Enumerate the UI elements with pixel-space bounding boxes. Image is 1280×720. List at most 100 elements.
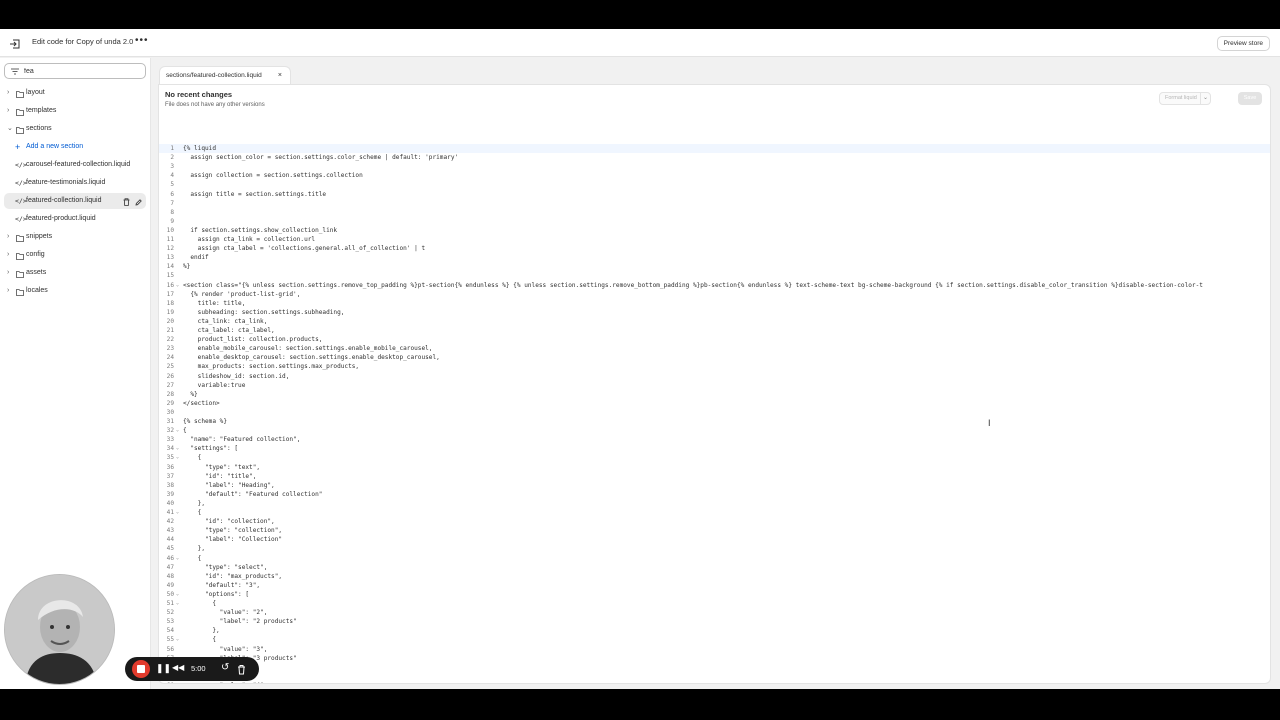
- file-item[interactable]: </> feature-testimonials.liquid: [4, 175, 146, 191]
- add-new-section-link[interactable]: + Add a new section: [4, 139, 146, 155]
- code-line[interactable]: 9: [159, 217, 1270, 226]
- code-line[interactable]: 21 cta_label: cta_label,: [159, 326, 1270, 335]
- code-line[interactable]: 58 },: [159, 663, 1270, 672]
- code-area[interactable]: 1 {% liquid 2 assign section_color = secti…: [159, 144, 1270, 683]
- folder-config[interactable]: › config: [4, 247, 146, 263]
- code-line[interactable]: 19 subheading: section.settings.subheadi…: [159, 308, 1270, 317]
- fold-chevron-icon[interactable]: ⌄: [176, 635, 179, 644]
- code-line[interactable]: 5: [159, 180, 1270, 189]
- code-line[interactable]: 26 slideshow_id: section.id,: [159, 372, 1270, 381]
- code-line[interactable]: 53 "label": "2 products": [159, 617, 1270, 626]
- fold-chevron-icon[interactable]: ⌄: [176, 281, 179, 290]
- fold-chevron-icon[interactable]: ⌄: [176, 599, 179, 608]
- format-liquid-button[interactable]: Format liquid ⌄: [1159, 92, 1211, 105]
- pause-icon[interactable]: ❚❚: [156, 663, 171, 674]
- code-line[interactable]: 56 "value": "3",: [159, 645, 1270, 654]
- code-line[interactable]: 27 variable:true: [159, 381, 1270, 390]
- code-line[interactable]: 14%}: [159, 262, 1270, 271]
- code-line[interactable]: 23 enable_mobile_carousel: section.setti…: [159, 344, 1270, 353]
- code-line[interactable]: 33 "name": "Featured collection",: [159, 435, 1270, 444]
- code-line[interactable]: 44 "label": "Collection": [159, 535, 1270, 544]
- save-button[interactable]: Save: [1238, 92, 1262, 105]
- code-line[interactable]: 46 ⌄ {: [159, 554, 1270, 563]
- fold-chevron-icon[interactable]: ⌄: [176, 508, 179, 517]
- code-line[interactable]: 13 endif: [159, 253, 1270, 262]
- folder-templates[interactable]: › templates: [4, 103, 146, 119]
- code-line[interactable]: 2 assign section_color = section.setting…: [159, 153, 1270, 162]
- folder-layout[interactable]: › layout: [4, 85, 146, 101]
- code-line[interactable]: 54 },: [159, 626, 1270, 635]
- stop-recording-button[interactable]: [132, 660, 150, 678]
- code-line[interactable]: 48 "id": "max_products",: [159, 572, 1270, 581]
- folder-locales[interactable]: › locales: [4, 283, 146, 299]
- fold-chevron-icon[interactable]: ⌄: [176, 426, 179, 435]
- code-line[interactable]: 28 %}: [159, 390, 1270, 399]
- code-line[interactable]: 3: [159, 162, 1270, 171]
- code-line[interactable]: 6 assign title = section.settings.title: [159, 190, 1270, 199]
- code-line[interactable]: 59⌄ {: [159, 672, 1270, 681]
- code-line[interactable]: 38 "label": "Heading",: [159, 481, 1270, 490]
- code-line[interactable]: 4 assign collection = section.settings.c…: [159, 171, 1270, 180]
- file-search[interactable]: [4, 63, 146, 79]
- more-actions-button[interactable]: •••: [135, 35, 149, 46]
- code-line[interactable]: 32 ⌄ {: [159, 426, 1270, 435]
- code-line[interactable]: 15: [159, 271, 1270, 280]
- file-item[interactable]: </> featured-product.liquid: [4, 211, 146, 227]
- code-line[interactable]: 60 "value": "4",: [159, 681, 1270, 683]
- preview-store-button[interactable]: Preview store: [1216, 36, 1270, 51]
- fold-chevron-icon[interactable]: ⌄: [176, 590, 179, 599]
- trash-icon[interactable]: [237, 662, 246, 680]
- code-line[interactable]: 42 "id": "collection",: [159, 517, 1270, 526]
- code-line[interactable]: 30: [159, 408, 1270, 417]
- code-line[interactable]: 31 {% schema %}: [159, 417, 1270, 426]
- rewind-icon[interactable]: ◀◀: [172, 663, 184, 672]
- code-line[interactable]: 50 ⌄ "options": [: [159, 590, 1270, 599]
- code-line[interactable]: 29 </section>: [159, 399, 1270, 408]
- code-line[interactable]: 52 "value": "2",: [159, 608, 1270, 617]
- code-line[interactable]: 11 assign cta_link = collection.url: [159, 235, 1270, 244]
- code-line[interactable]: 24 enable_desktop_carousel: section.sett…: [159, 353, 1270, 362]
- code-line[interactable]: 8: [159, 208, 1270, 217]
- code-line[interactable]: 10 if section.settings.show_collection_l…: [159, 226, 1270, 235]
- close-tab-icon[interactable]: ×: [278, 67, 282, 84]
- code-line[interactable]: 57 "label": "3 products": [159, 654, 1270, 663]
- code-line[interactable]: 47 "type": "select",: [159, 563, 1270, 572]
- code-line[interactable]: 51 ⌄ {: [159, 599, 1270, 608]
- file-item[interactable]: </> carousel-featured-collection.liquid: [4, 157, 146, 173]
- chevron-right-icon: ›: [7, 89, 10, 96]
- code-line[interactable]: 36 "type": "text",: [159, 463, 1270, 472]
- code-line[interactable]: 17 {% render 'product-list-grid',: [159, 290, 1270, 299]
- code-line[interactable]: 25 max_products: section.settings.max_pr…: [159, 362, 1270, 371]
- code-line[interactable]: 40 },: [159, 499, 1270, 508]
- code-line[interactable]: 49 "default": "3",: [159, 581, 1270, 590]
- folder-assets[interactable]: › assets: [4, 265, 146, 281]
- code-line[interactable]: 37 "id": "title",: [159, 472, 1270, 481]
- fold-chevron-icon[interactable]: ⌄: [176, 453, 179, 462]
- code-line[interactable]: 35 ⌄ {: [159, 453, 1270, 462]
- chevron-down-icon[interactable]: ⌄: [1200, 93, 1210, 104]
- folder-snippets[interactable]: › snippets: [4, 229, 146, 245]
- code-line[interactable]: 43 "type": "collection",: [159, 526, 1270, 535]
- search-input[interactable]: [24, 65, 139, 77]
- code-line[interactable]: 45 },: [159, 544, 1270, 553]
- code-line[interactable]: 12 assign cta_label = 'collections.gener…: [159, 244, 1270, 253]
- code-line[interactable]: 55 ⌄ {: [159, 635, 1270, 644]
- fold-chevron-icon[interactable]: ⌄: [176, 554, 179, 563]
- code-line[interactable]: 41 ⌄ {: [159, 508, 1270, 517]
- code-line[interactable]: 1 {% liquid: [159, 144, 1270, 154]
- code-line[interactable]: 39 "default": "Featured collection": [159, 490, 1270, 499]
- code-line[interactable]: 20 cta_link: cta_link,: [159, 317, 1270, 326]
- presenter-avatar: [5, 575, 114, 684]
- code-line[interactable]: 7: [159, 199, 1270, 208]
- restart-icon[interactable]: ↺: [221, 662, 229, 673]
- fold-chevron-icon[interactable]: ⌄: [176, 444, 179, 453]
- exit-icon[interactable]: [9, 37, 21, 49]
- code-line[interactable]: 22 product_list: collection.products,: [159, 335, 1270, 344]
- code-line[interactable]: 34 ⌄ "settings": [: [159, 444, 1270, 453]
- folder-sections[interactable]: ⌄ sections: [4, 121, 146, 137]
- tab-featured-collection[interactable]: sections/featured-collection.liquid ×: [159, 66, 291, 84]
- code-text: enable_desktop_carousel: section.setting…: [183, 354, 440, 362]
- file-item[interactable]: </> featured-collection.liquid: [4, 193, 146, 209]
- code-line[interactable]: 16 ⌄ <section class="{% unless section.set…: [159, 281, 1270, 290]
- code-line[interactable]: 18 title: title,: [159, 299, 1270, 308]
